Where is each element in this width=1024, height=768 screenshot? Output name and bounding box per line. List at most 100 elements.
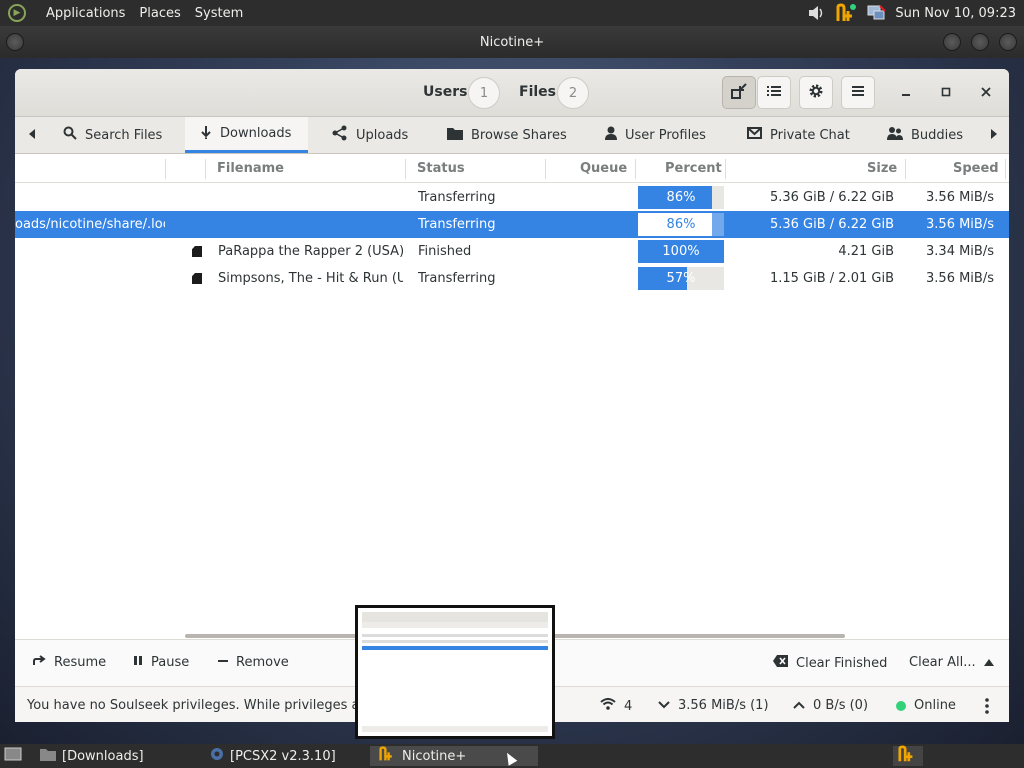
file-icon	[192, 273, 202, 284]
column-separator[interactable]	[635, 159, 636, 179]
column-separator[interactable]	[905, 159, 906, 179]
row-size: 1.15 GiB / 2.01 GiB	[769, 271, 894, 286]
chevron-left-icon	[28, 128, 36, 143]
transfers-table-header: Filename Status Queue Percent Size Speed	[15, 155, 1009, 183]
clear-all-button[interactable]: Clear All...	[909, 655, 994, 670]
resume-button[interactable]: Resume	[33, 655, 106, 670]
wm-close-button[interactable]	[999, 33, 1017, 51]
row-status: Finished	[418, 244, 472, 259]
kebab-menu-icon[interactable]	[985, 698, 989, 714]
collapse-toggle-button[interactable]	[722, 76, 756, 109]
connections-count: 4	[624, 698, 633, 714]
status-message: You have no Soulseek privileges. While p…	[27, 698, 357, 713]
redo-arrow-icon	[33, 655, 46, 670]
menu-system[interactable]: System	[195, 6, 243, 21]
pause-button[interactable]: Pause	[133, 655, 189, 670]
maximize-button[interactable]	[936, 83, 956, 103]
menu-applications[interactable]: Applications	[46, 6, 125, 21]
share-icon	[332, 125, 348, 145]
window-preview-thumbnail[interactable]	[355, 605, 555, 739]
column-header-speed[interactable]: Speed	[953, 161, 999, 176]
menu-places[interactable]: Places	[139, 6, 180, 21]
preview-row	[362, 634, 548, 637]
clear-finished-button[interactable]: Clear Finished	[773, 655, 887, 671]
download-icon	[200, 125, 212, 143]
row-speed: 3.56 MiB/s	[926, 217, 994, 232]
upload-speed-indicator[interactable]: 0 B/s (0)	[793, 698, 868, 713]
files-count-badge[interactable]: 2	[557, 77, 589, 109]
tab-browse-shares[interactable]: Browse Shares	[441, 117, 573, 153]
top-panel: ▶ Applications Places System Sun Nov 10,…	[0, 0, 1024, 26]
column-header-percent[interactable]: Percent	[665, 161, 722, 176]
pause-label: Pause	[151, 655, 190, 670]
column-separator[interactable]	[405, 159, 406, 179]
main-menu-button[interactable]	[841, 76, 875, 109]
download-speed-indicator[interactable]: 3.56 MiB/s (1)	[658, 698, 769, 713]
tab-uploads[interactable]: Uploads	[326, 117, 414, 153]
list-icon	[767, 85, 781, 101]
close-button[interactable]	[976, 83, 996, 103]
progress-label: 100%	[662, 244, 700, 259]
column-header-filename[interactable]: Filename	[217, 161, 284, 176]
taskbar-item-pcsx2[interactable]: [PCSX2 v2.3.10]	[202, 746, 368, 766]
table-row-selected[interactable]: oads/nicotine/share/.loc Transferring 86…	[15, 211, 1009, 238]
system-tray: Sun Nov 10, 09:23	[805, 3, 1016, 23]
tab-label: Private Chat	[770, 127, 850, 143]
row-size: 5.36 GiB / 6.22 GiB	[769, 217, 894, 232]
show-desktop-button[interactable]	[0, 746, 26, 766]
progress-bar: 57%	[638, 267, 724, 290]
column-separator[interactable]	[205, 159, 206, 179]
tab-downloads[interactable]: Downloads	[185, 117, 308, 153]
tab-search-files[interactable]: Search Files	[57, 117, 168, 153]
tab-user-profiles[interactable]: User Profiles	[599, 117, 712, 153]
column-separator[interactable]	[165, 159, 166, 179]
folder-icon	[40, 748, 56, 765]
table-row[interactable]: PaRappa the Rapper 2 (USA) (I Finished 1…	[15, 238, 1009, 265]
window-title-bar[interactable]: Nicotine+	[0, 26, 1024, 58]
table-row[interactable]: Simpsons, The - Hit & Run (US Transferri…	[15, 265, 1009, 292]
chevron-up-icon	[983, 655, 994, 670]
row-status: Transferring	[418, 190, 496, 205]
tray-nicotine-button[interactable]	[893, 745, 923, 766]
wm-maximize-button[interactable]	[971, 33, 989, 51]
row-filename: PaRappa the Rapper 2 (USA) (I	[218, 244, 403, 259]
minimize-icon	[901, 86, 911, 101]
tab-label: Search Files	[85, 127, 163, 143]
column-header-size[interactable]: Size	[867, 161, 897, 176]
taskbar-label: [PCSX2 v2.3.10]	[230, 748, 336, 764]
remove-button[interactable]: Remove	[218, 655, 289, 670]
column-separator[interactable]	[545, 159, 546, 179]
column-header-queue[interactable]: Queue	[580, 161, 627, 176]
taskbar-label: [Downloads]	[62, 748, 144, 764]
window-menu-button[interactable]	[6, 33, 24, 51]
users-count-badge[interactable]: 1	[468, 77, 500, 109]
tab-bar: Search Files Downloads Uploads Browse Sh…	[15, 117, 1009, 154]
connections-indicator[interactable]: 4	[600, 698, 632, 714]
column-separator[interactable]	[1005, 159, 1006, 179]
taskbar-item-downloads[interactable]: [Downloads]	[32, 746, 200, 766]
wm-minimize-button[interactable]	[943, 33, 961, 51]
network-icon[interactable]	[865, 3, 887, 23]
tabs-scroll-right-button[interactable]	[987, 127, 1001, 143]
clock[interactable]: Sun Nov 10, 09:23	[895, 6, 1016, 21]
wifi-icon	[600, 698, 616, 714]
close-icon	[981, 86, 991, 101]
column-separator[interactable]	[725, 159, 726, 179]
tab-buddies[interactable]: Buddies	[881, 117, 969, 153]
table-row[interactable]: Transferring 86% 5.36 GiB / 6.22 GiB 3.5…	[15, 184, 1009, 211]
nicotine-tray-icon[interactable]	[835, 3, 857, 23]
online-status-button[interactable]: Online	[896, 698, 956, 713]
row-status: Transferring	[418, 271, 496, 286]
column-header-status[interactable]: Status	[417, 161, 465, 176]
minimize-button[interactable]	[896, 83, 916, 103]
pcsx2-icon	[210, 747, 224, 765]
tabs-scroll-left-button[interactable]	[25, 127, 39, 143]
tab-private-chat[interactable]: Private Chat	[741, 117, 856, 153]
preferences-button[interactable]	[799, 76, 833, 109]
applications-logo-icon[interactable]: ▶	[8, 4, 26, 22]
panel-menu: ▶ Applications Places System	[8, 4, 243, 22]
tab-label: Browse Shares	[471, 127, 567, 143]
list-view-button[interactable]	[757, 76, 791, 109]
chevron-right-icon	[990, 128, 998, 143]
volume-icon[interactable]	[805, 3, 827, 23]
